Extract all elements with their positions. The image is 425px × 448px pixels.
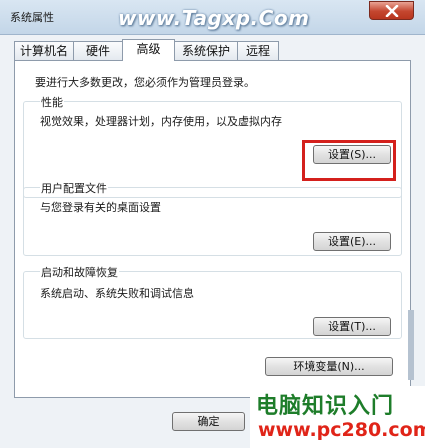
- ok-button[interactable]: 确定: [172, 412, 245, 431]
- tab-remote[interactable]: 远程: [237, 41, 279, 60]
- red-highlight-box: [302, 140, 396, 181]
- tab-system-protection[interactable]: 系统保护: [174, 41, 238, 60]
- startup-recovery-description: 系统启动、系统失败和调试信息: [40, 287, 194, 300]
- close-icon: [385, 4, 398, 17]
- environment-variables-button[interactable]: 环境变量(N)...: [265, 357, 393, 376]
- title-bar[interactable]: 系统属性 www.Tagxp.Com: [0, 0, 425, 35]
- side-scroll-edge: [408, 310, 414, 380]
- startup-recovery-settings-button[interactable]: 设置(T)...: [313, 317, 391, 336]
- user-profiles-description: 与您登录有关的桌面设置: [40, 201, 161, 214]
- tab-advanced[interactable]: 高级: [122, 39, 175, 61]
- user-profiles-group: 用户配置文件 与您登录有关的桌面设置 设置(E)...: [23, 180, 402, 256]
- tab-computer-name[interactable]: 计算机名: [14, 41, 74, 60]
- site-watermark: www.Tagxp.Com: [118, 6, 310, 30]
- user-profiles-settings-button[interactable]: 设置(E)...: [313, 232, 391, 251]
- performance-description: 视觉效果，处理器计划，内存使用，以及虚拟内存: [40, 115, 282, 128]
- startup-recovery-title: 启动和故障恢复: [40, 264, 119, 280]
- performance-title: 性能: [40, 94, 64, 110]
- startup-recovery-group: 启动和故障恢复 系统启动、系统失败和调试信息 设置(T)...: [23, 264, 402, 339]
- watermark-box: 电脑知识入门 www.pc280.com: [250, 386, 425, 448]
- user-profiles-title: 用户配置文件: [40, 180, 108, 196]
- window-title: 系统属性: [10, 11, 54, 24]
- system-properties-window: 系统属性 www.Tagxp.Com 计算机名 硬件 高级 系统保护 远程 要进…: [0, 0, 425, 448]
- advanced-tab-panel: 要进行大多数更改，您必须作为管理员登录。 性能 视觉效果，处理器计划，内存使用，…: [14, 60, 411, 398]
- watermark-url: www.pc280.com: [258, 419, 425, 441]
- admin-notice: 要进行大多数更改，您必须作为管理员登录。: [35, 76, 255, 89]
- watermark-title: 电脑知识入门: [256, 394, 395, 419]
- tab-hardware[interactable]: 硬件: [73, 41, 123, 60]
- close-button[interactable]: [369, 1, 414, 20]
